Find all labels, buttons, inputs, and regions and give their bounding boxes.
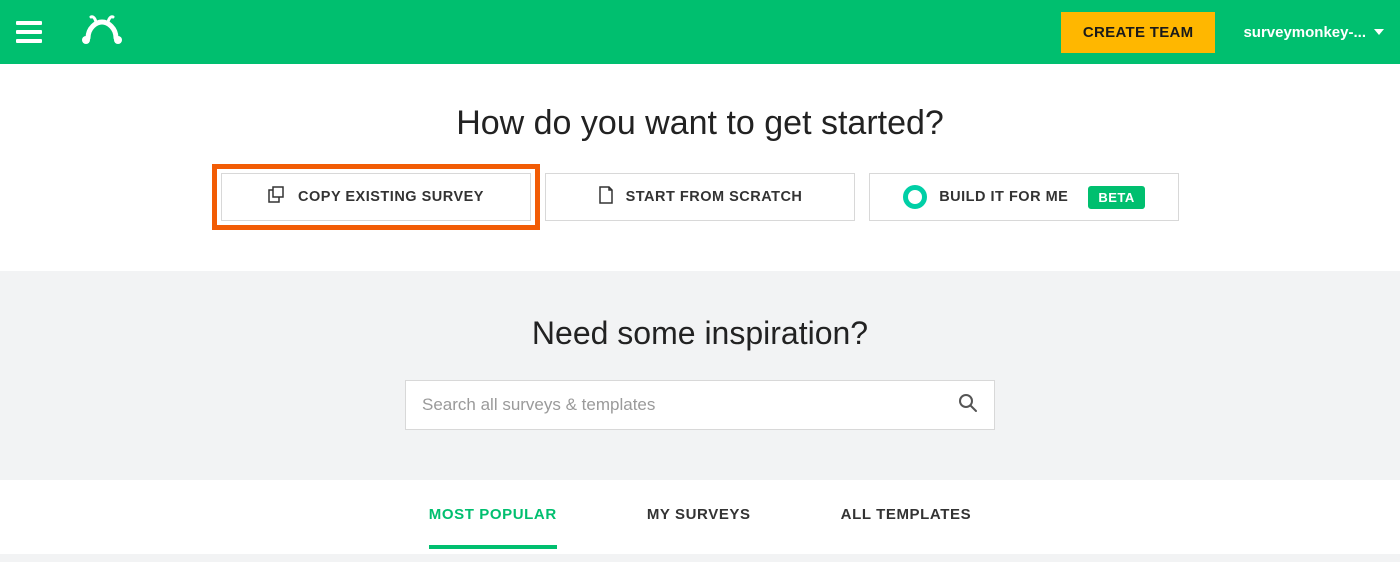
header-right: CREATE TEAM surveymonkey-... <box>1061 12 1384 53</box>
hamburger-menu-icon[interactable] <box>16 21 42 43</box>
beta-badge: BETA <box>1088 186 1144 209</box>
start-from-scratch-button[interactable]: START FROM SCRATCH <box>545 173 855 221</box>
build-it-for-me-button[interactable]: BUILD IT FOR ME BETA <box>869 173 1179 221</box>
footer-stripe <box>0 554 1400 562</box>
copy-existing-survey-button[interactable]: COPY EXISTING SURVEY <box>221 173 531 221</box>
user-menu-label: surveymonkey-... <box>1243 24 1366 41</box>
inspiration-section: Need some inspiration? <box>0 271 1400 480</box>
get-started-section: How do you want to get started? COPY EXI… <box>0 64 1400 271</box>
copy-existing-label: COPY EXISTING SURVEY <box>298 189 484 205</box>
template-tabs: MOST POPULAR MY SURVEYS ALL TEMPLATES <box>0 480 1400 554</box>
tab-most-popular[interactable]: MOST POPULAR <box>429 506 557 529</box>
copy-icon <box>268 186 286 208</box>
search-icon[interactable] <box>958 393 978 418</box>
tab-all-templates[interactable]: ALL TEMPLATES <box>841 506 972 529</box>
start-options-row: COPY EXISTING SURVEY START FROM SCRATCH … <box>0 173 1400 221</box>
tab-my-surveys[interactable]: MY SURVEYS <box>647 506 751 529</box>
start-from-scratch-label: START FROM SCRATCH <box>626 189 803 205</box>
header-left <box>16 14 126 51</box>
search-wrapper <box>405 380 995 430</box>
surveymonkey-logo-icon[interactable] <box>78 14 126 51</box>
blank-page-icon <box>598 186 614 208</box>
build-it-for-me-label: BUILD IT FOR ME <box>939 189 1068 205</box>
user-menu[interactable]: surveymonkey-... <box>1243 24 1384 41</box>
get-started-title: How do you want to get started? <box>0 104 1400 143</box>
inspiration-title: Need some inspiration? <box>0 315 1400 352</box>
create-team-button[interactable]: CREATE TEAM <box>1061 12 1216 53</box>
caret-down-icon <box>1374 29 1384 35</box>
search-input[interactable] <box>422 395 958 415</box>
app-header: CREATE TEAM surveymonkey-... <box>0 0 1400 64</box>
genius-ring-icon <box>903 185 927 209</box>
